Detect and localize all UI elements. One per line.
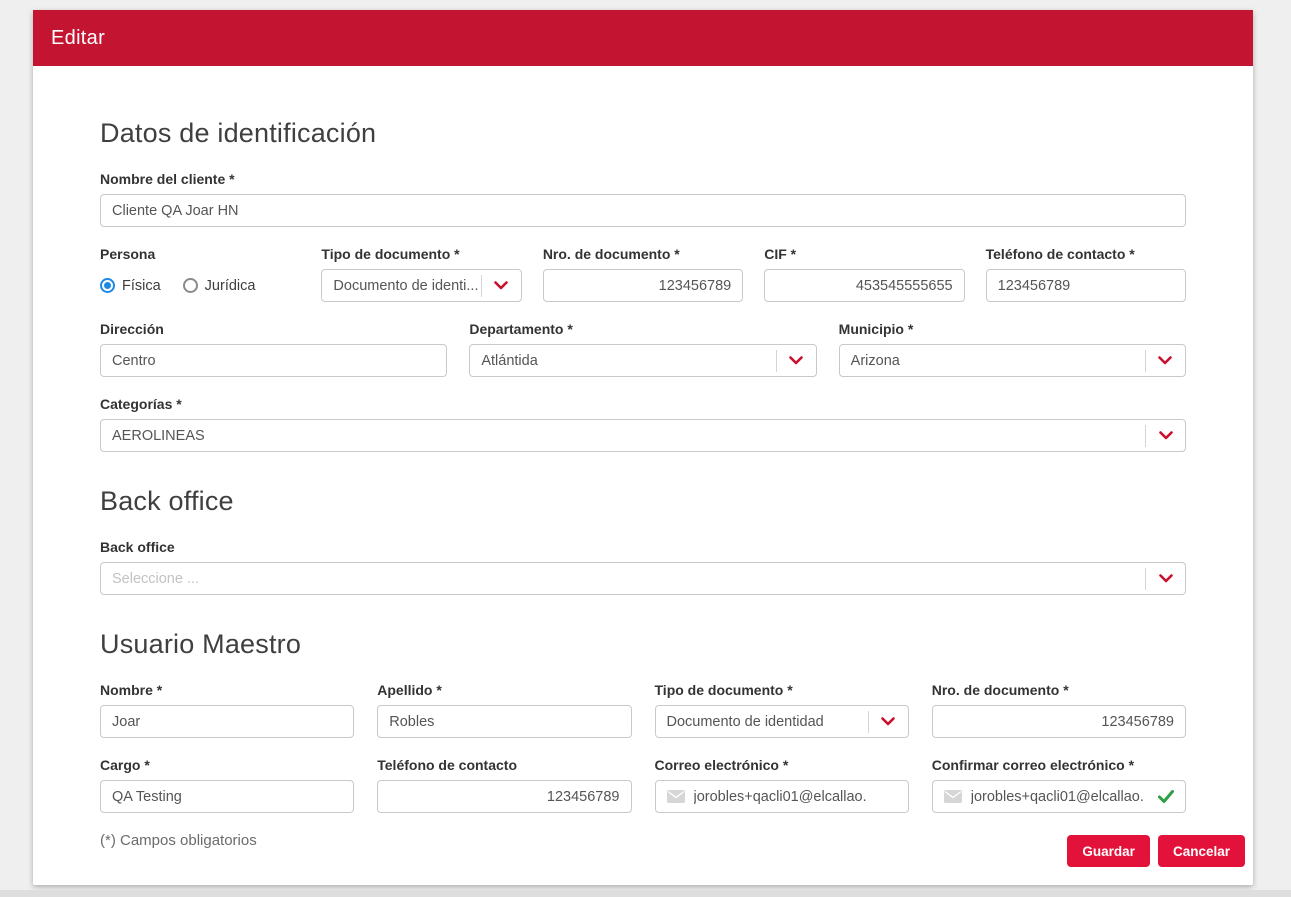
categorias-value: AEROLINEAS: [101, 428, 1145, 444]
departamento-select[interactable]: Atlántida: [469, 344, 816, 377]
um-nombre-field: Nombre *: [100, 682, 354, 738]
tipo-documento-label: Tipo de documento *: [321, 246, 521, 262]
row-um-cargo: Cargo * Teléfono de contacto Correo elec…: [100, 757, 1186, 813]
um-apellido-input[interactable]: [377, 705, 631, 738]
telefono-contacto-field: Teléfono de contacto *: [986, 246, 1186, 302]
um-apellido-label: Apellido *: [377, 682, 631, 698]
check-valid-icon: [1158, 790, 1174, 803]
municipio-select[interactable]: Arizona: [839, 344, 1186, 377]
dialog-actions: Guardar Cancelar: [1067, 835, 1245, 867]
um-cargo-label: Cargo *: [100, 757, 354, 773]
section-title-identificacion: Datos de identificación: [100, 118, 1186, 149]
um-cargo-field: Cargo *: [100, 757, 354, 813]
row-nombre-cliente: Nombre del cliente *: [100, 171, 1186, 227]
um-confirmar-correo-value: jorobles+qacli01@elcallao.: [971, 789, 1144, 805]
envelope-icon: [944, 790, 962, 803]
um-correo-input[interactable]: jorobles+qacli01@elcallao.: [655, 780, 909, 813]
chevron-down-icon: [1146, 431, 1185, 440]
chevron-down-icon: [1146, 574, 1185, 583]
um-tipo-documento-select[interactable]: Documento de identidad: [655, 705, 909, 738]
tipo-documento-value: Documento de identi...: [322, 278, 480, 294]
save-button[interactable]: Guardar: [1067, 835, 1150, 867]
row-categorias: Categorías * AEROLINEAS: [100, 396, 1186, 452]
required-fields-note: (*) Campos obligatorios: [100, 832, 1186, 849]
um-apellido-field: Apellido *: [377, 682, 631, 738]
um-nombre-label: Nombre *: [100, 682, 354, 698]
direccion-input[interactable]: [100, 344, 447, 377]
cif-input[interactable]: [764, 269, 964, 302]
um-nro-documento-input[interactable]: [932, 705, 1186, 738]
um-correo-value: jorobles+qacli01@elcallao.: [694, 789, 867, 805]
um-nombre-input[interactable]: [100, 705, 354, 738]
envelope-icon: [667, 790, 685, 803]
persona-radio-group: Física Jurídica: [100, 269, 300, 302]
back-office-placeholder: Seleccione ...: [101, 571, 1145, 587]
um-confirmar-correo-input[interactable]: jorobles+qacli01@elcallao.: [932, 780, 1186, 813]
chevron-down-icon: [482, 281, 521, 290]
chevron-down-icon: [869, 717, 908, 726]
nro-documento-label: Nro. de documento *: [543, 246, 743, 262]
section-title-back-office: Back office: [100, 486, 1186, 517]
categorias-field: Categorías * AEROLINEAS: [100, 396, 1186, 452]
nro-documento-field: Nro. de documento *: [543, 246, 743, 302]
um-telefono-field: Teléfono de contacto: [377, 757, 631, 813]
municipio-label: Municipio *: [839, 321, 1186, 337]
radio-unselected-icon: [183, 278, 198, 293]
departamento-field: Departamento * Atlántida: [469, 321, 816, 377]
categorias-select[interactable]: AEROLINEAS: [100, 419, 1186, 452]
nro-documento-input[interactable]: [543, 269, 743, 302]
um-correo-label: Correo electrónico *: [655, 757, 909, 773]
persona-label: Persona: [100, 246, 300, 262]
dialog-title: Editar: [51, 27, 105, 50]
row-direccion: Dirección Departamento * Atlántida Munic…: [100, 321, 1186, 377]
dialog-header: Editar: [33, 10, 1253, 66]
cancel-button[interactable]: Cancelar: [1158, 835, 1245, 867]
radio-juridica[interactable]: Jurídica: [183, 278, 256, 294]
back-office-select[interactable]: Seleccione ...: [100, 562, 1186, 595]
um-telefono-input[interactable]: [377, 780, 631, 813]
telefono-contacto-label: Teléfono de contacto *: [986, 246, 1186, 262]
dialog-body: Datos de identificación Nombre del clien…: [33, 118, 1253, 849]
direccion-field: Dirección: [100, 321, 447, 377]
tipo-documento-select[interactable]: Documento de identi...: [321, 269, 521, 302]
nombre-cliente-label: Nombre del cliente *: [100, 171, 1186, 187]
municipio-field: Municipio * Arizona: [839, 321, 1186, 377]
um-tipo-documento-label: Tipo de documento *: [655, 682, 909, 698]
nombre-cliente-input[interactable]: [100, 194, 1186, 227]
row-um-nombre: Nombre * Apellido * Tipo de documento * …: [100, 682, 1186, 738]
cif-field: CIF *: [764, 246, 964, 302]
chevron-down-icon: [1146, 356, 1185, 365]
row-back-office: Back office Seleccione ...: [100, 539, 1186, 595]
categorias-label: Categorías *: [100, 396, 1186, 412]
tipo-documento-field: Tipo de documento * Documento de identi.…: [321, 246, 521, 302]
um-nro-documento-field: Nro. de documento *: [932, 682, 1186, 738]
chevron-down-icon: [777, 356, 816, 365]
um-confirmar-correo-field: Confirmar correo electrónico * jorobles+…: [932, 757, 1186, 813]
um-tipo-documento-value: Documento de identidad: [656, 714, 868, 730]
radio-selected-icon: [100, 278, 115, 293]
cif-label: CIF *: [764, 246, 964, 262]
back-office-field: Back office Seleccione ...: [100, 539, 1186, 595]
um-telefono-label: Teléfono de contacto: [377, 757, 631, 773]
um-correo-field: Correo electrónico * jorobles+qacli01@el…: [655, 757, 909, 813]
um-nro-documento-label: Nro. de documento *: [932, 682, 1186, 698]
um-confirmar-correo-label: Confirmar correo electrónico *: [932, 757, 1186, 773]
departamento-label: Departamento *: [469, 321, 816, 337]
telefono-contacto-input[interactable]: [986, 269, 1186, 302]
section-title-usuario-maestro: Usuario Maestro: [100, 629, 1186, 660]
back-office-label: Back office: [100, 539, 1186, 555]
um-cargo-input[interactable]: [100, 780, 354, 813]
direccion-label: Dirección: [100, 321, 447, 337]
departamento-value: Atlántida: [470, 353, 775, 369]
radio-juridica-label: Jurídica: [205, 278, 256, 294]
row-persona-documento: Persona Física Jurídica Tipo de document…: [100, 246, 1186, 302]
municipio-value: Arizona: [840, 353, 1145, 369]
radio-fisica-label: Física: [122, 278, 161, 294]
radio-fisica[interactable]: Física: [100, 278, 161, 294]
persona-field: Persona Física Jurídica: [100, 246, 300, 302]
horizontal-scrollbar[interactable]: [0, 890, 1291, 897]
edit-dialog: Editar Datos de identificación Nombre de…: [33, 10, 1253, 885]
um-tipo-documento-field: Tipo de documento * Documento de identid…: [655, 682, 909, 738]
